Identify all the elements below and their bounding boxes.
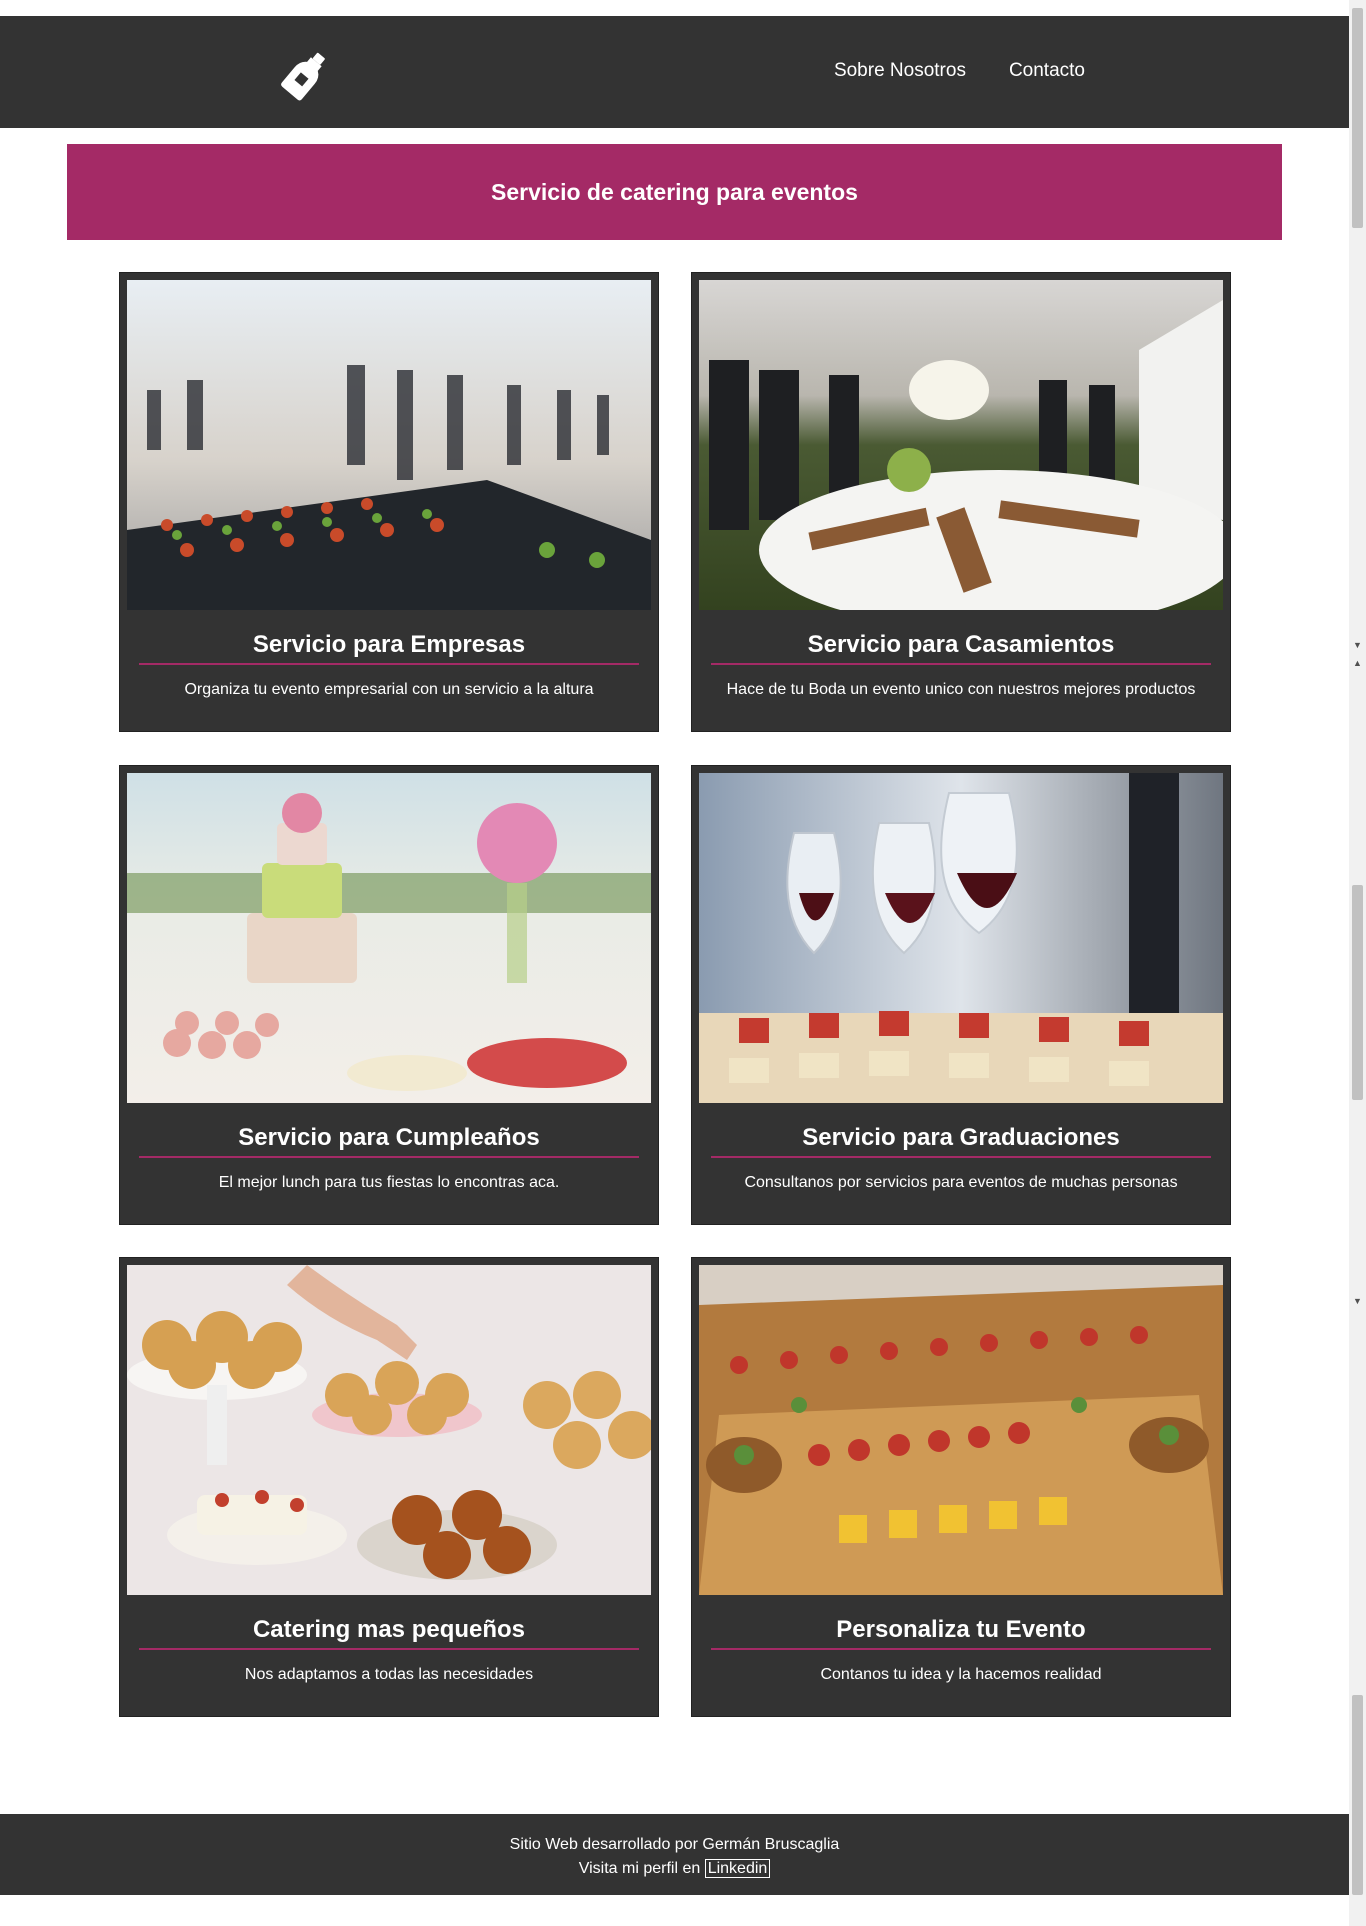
scrollbar[interactable]: ▼ ▲ ▼: [1349, 0, 1366, 1926]
card-title: Catering mas pequeños: [139, 1616, 639, 1650]
card-description: Nos adaptamos a todas las necesidades: [244, 1666, 534, 1683]
footer-profile-text: Visita mi perfil en: [578, 1860, 701, 1877]
card-image-cumpleanos: [127, 773, 651, 1103]
service-card-pequenos[interactable]: Catering mas pequeños Nos adaptamos a to…: [119, 1257, 659, 1717]
card-image-pequenos: [127, 1265, 651, 1595]
banner-title: Servicio de catering para eventos: [491, 178, 858, 205]
card-title: Servicio para Cumpleaños: [139, 1124, 639, 1158]
scroll-down-arrow-icon-secondary[interactable]: ▼: [1353, 1296, 1362, 1306]
nav-links: Sobre Nosotros Contacto: [834, 60, 1085, 82]
card-image-empresas: [127, 280, 651, 610]
service-card-casamientos[interactable]: Servicio para Casamientos Hace de tu Bod…: [691, 272, 1231, 732]
card-description: Contanos tu idea y la hacemos realidad: [820, 1666, 1102, 1683]
nav-link-contacto[interactable]: Contacto: [1009, 60, 1085, 82]
service-card-personaliza[interactable]: Personaliza tu Evento Contanos tu idea y…: [691, 1257, 1231, 1717]
card-description: El mejor lunch para tus fiestas lo encon…: [218, 1174, 560, 1191]
scroll-down-arrow-icon[interactable]: ▼: [1353, 640, 1362, 650]
service-card-cumpleanos[interactable]: Servicio para Cumpleaños El mejor lunch …: [119, 765, 659, 1225]
card-description: Organiza tu evento empresarial con un se…: [184, 681, 594, 698]
service-card-empresas[interactable]: Servicio para Empresas Organiza tu event…: [119, 272, 659, 732]
footer-credit: Sitio Web desarrollado por Germán Brusca…: [509, 1836, 840, 1853]
card-title: Servicio para Casamientos: [711, 631, 1211, 665]
card-description: Hace de tu Boda un evento unico con nues…: [726, 681, 1196, 698]
scrollbar-thumb-tertiary[interactable]: [1352, 1695, 1363, 1895]
wine-bottle-icon[interactable]: [278, 46, 334, 102]
footer-profile-line: Visita mi perfil en Linkedin: [0, 1857, 1349, 1881]
card-title: Servicio para Empresas: [139, 631, 639, 665]
hero-banner: Servicio de catering para eventos: [67, 144, 1282, 240]
service-card-graduaciones[interactable]: Servicio para Graduaciones Consultanos p…: [691, 765, 1231, 1225]
linkedin-link[interactable]: Linkedin: [704, 1859, 771, 1878]
card-image-personaliza: [699, 1265, 1223, 1595]
scrollbar-thumb-secondary[interactable]: [1352, 885, 1363, 1100]
nav-link-sobre-nosotros[interactable]: Sobre Nosotros: [834, 60, 966, 82]
card-title: Servicio para Graduaciones: [711, 1124, 1211, 1158]
card-image-graduaciones: [699, 773, 1223, 1103]
card-description: Consultanos por servicios para eventos d…: [744, 1174, 1178, 1191]
card-title: Personaliza tu Evento: [711, 1616, 1211, 1650]
navbar: Sobre Nosotros Contacto: [0, 16, 1349, 128]
footer: Sitio Web desarrollado por Germán Brusca…: [0, 1814, 1349, 1895]
scroll-up-arrow-icon[interactable]: ▲: [1353, 658, 1362, 668]
scrollbar-thumb[interactable]: [1352, 8, 1363, 228]
card-image-casamientos: [699, 280, 1223, 610]
